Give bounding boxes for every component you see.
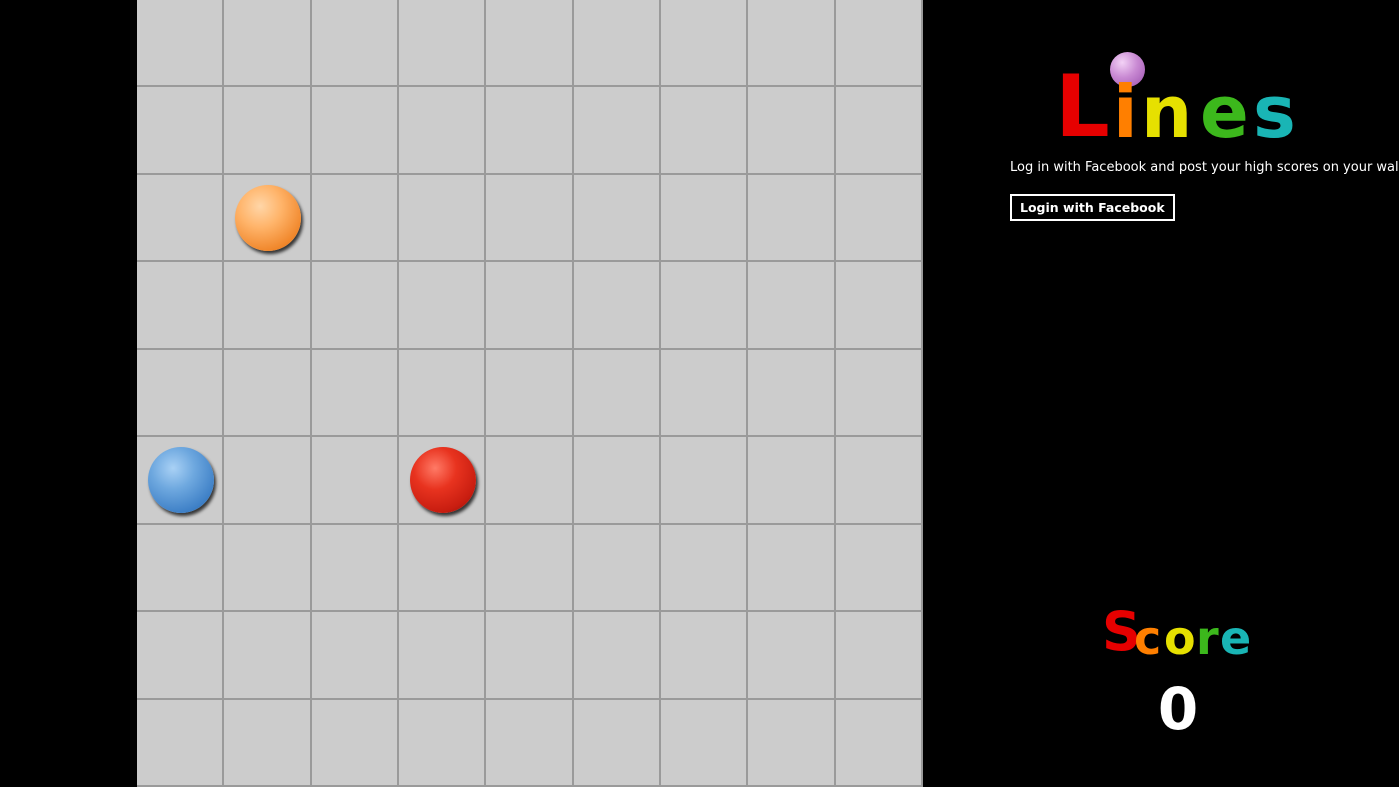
game-board[interactable] (137, 0, 923, 787)
board-cell[interactable] (573, 262, 661, 350)
board-cell[interactable] (137, 262, 225, 350)
board-cell[interactable] (486, 437, 574, 525)
board-cell[interactable] (224, 87, 312, 175)
login-with-facebook-button[interactable]: Login with Facebook (1010, 194, 1175, 221)
board-cell[interactable] (573, 524, 661, 613)
board-cell[interactable] (486, 612, 574, 700)
board-cell[interactable] (486, 349, 574, 438)
board-cell[interactable] (748, 262, 836, 350)
board-cell[interactable] (137, 349, 225, 438)
board-cell[interactable] (573, 174, 661, 263)
board-cell[interactable] (835, 174, 923, 263)
board-cell[interactable] (748, 437, 836, 525)
board-cell[interactable] (486, 699, 574, 787)
board-cell[interactable] (224, 437, 312, 525)
board-cell[interactable] (399, 699, 487, 787)
board-cell[interactable] (224, 349, 312, 438)
board-cell[interactable] (224, 524, 312, 613)
board-cell[interactable] (661, 0, 749, 88)
blue-ball[interactable] (147, 446, 214, 513)
board-cell[interactable] (661, 437, 749, 525)
board-cell[interactable] (311, 174, 399, 263)
board-cell[interactable] (399, 87, 487, 175)
board-cell[interactable] (311, 87, 399, 175)
board-cell[interactable] (224, 699, 312, 787)
board-cell[interactable] (573, 699, 661, 787)
board-cell[interactable] (573, 349, 661, 438)
board-cell[interactable] (399, 262, 487, 350)
board-cell[interactable] (399, 174, 487, 263)
board-cell[interactable] (661, 87, 749, 175)
board-cell[interactable] (748, 0, 836, 88)
board-cell[interactable] (137, 524, 225, 613)
board-cell[interactable] (573, 87, 661, 175)
lines-logo: L i n e s (1055, 52, 1300, 157)
board-cell[interactable] (311, 437, 399, 525)
board-cell[interactable] (137, 699, 225, 787)
score-letter-r: r (1196, 611, 1219, 665)
board-cell[interactable] (224, 0, 312, 88)
orange-ball[interactable] (235, 184, 301, 251)
board-cell[interactable] (573, 0, 661, 88)
board-cell[interactable] (399, 612, 487, 700)
board-cell[interactable] (748, 524, 836, 613)
board-cell[interactable] (748, 349, 836, 438)
board-cell[interactable] (748, 699, 836, 787)
board-cell[interactable] (137, 612, 225, 700)
board-cell[interactable] (835, 699, 923, 787)
facebook-prompt: Log in with Facebook and post your high … (1010, 160, 1399, 175)
score-letter-o: o (1164, 611, 1196, 665)
board-cell[interactable] (835, 0, 923, 88)
board-cell[interactable] (137, 174, 225, 263)
board-cell[interactable] (137, 0, 225, 88)
board-cell[interactable] (748, 612, 836, 700)
board-cell[interactable] (137, 87, 225, 175)
board-cell[interactable] (311, 524, 399, 613)
board-cell[interactable] (661, 524, 749, 613)
board-cell[interactable] (399, 0, 487, 88)
board-cell[interactable] (573, 612, 661, 700)
score-letter-c: c (1134, 611, 1162, 665)
board-cell[interactable] (835, 87, 923, 175)
board-cell[interactable] (661, 612, 749, 700)
board-cell[interactable] (224, 612, 312, 700)
board-cell[interactable] (748, 87, 836, 175)
board-cell[interactable] (486, 0, 574, 88)
score-value: 0 (1157, 675, 1199, 743)
board-cell[interactable] (224, 262, 312, 350)
logo-letter-s: s (1253, 70, 1296, 154)
board-cell[interactable] (311, 699, 399, 787)
red-ball[interactable] (409, 446, 476, 513)
board-cell[interactable] (835, 437, 923, 525)
board-cell[interactable] (486, 174, 574, 263)
board-cell[interactable] (311, 612, 399, 700)
score-title: S c o r e (1100, 605, 1260, 665)
board-cell[interactable] (835, 262, 923, 350)
board-cell[interactable] (661, 174, 749, 263)
board-cell[interactable] (835, 524, 923, 613)
board-cell[interactable] (311, 262, 399, 350)
score-letter-e: e (1220, 611, 1252, 665)
board-cell[interactable] (661, 262, 749, 350)
board-cell[interactable] (748, 174, 836, 263)
logo-letter-i: i (1113, 70, 1138, 154)
board-cell[interactable] (573, 437, 661, 525)
board-cell[interactable] (835, 349, 923, 438)
board-cell[interactable] (486, 524, 574, 613)
board-cell[interactable] (311, 0, 399, 88)
board-cell[interactable] (661, 349, 749, 438)
board-cell[interactable] (311, 349, 399, 438)
board-cell[interactable] (661, 699, 749, 787)
board-cell[interactable] (486, 262, 574, 350)
logo-letter-l: L (1055, 57, 1110, 157)
board-cell[interactable] (399, 524, 487, 613)
game-screen: L i n e s Log in with Facebook and post … (0, 0, 1399, 787)
board-cell[interactable] (399, 349, 487, 438)
board-cell[interactable] (486, 87, 574, 175)
board-cell[interactable] (835, 612, 923, 700)
logo-letter-e: e (1200, 70, 1249, 154)
logo-letter-n: n (1141, 70, 1193, 154)
